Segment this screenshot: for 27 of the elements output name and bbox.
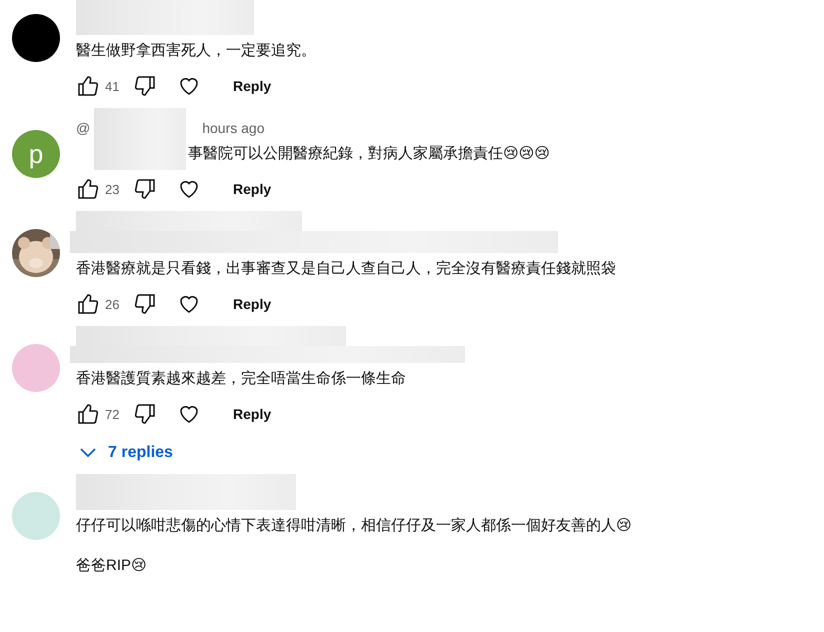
like-count: 26 [105, 296, 120, 312]
comment-text: 香港醫護質素越來越差，完全唔當生命係一條生命 [76, 369, 406, 389]
comment-text: 香港醫療就是只看錢，出事審查又是自己人查自己人，完全沒有醫療責任錢就照袋 [76, 259, 616, 279]
author-name[interactable]: @ [76, 120, 90, 136]
thumbs-up-icon[interactable] [76, 74, 100, 98]
thumbs-up-icon[interactable] [76, 292, 100, 316]
comment-text: 事醫院可以公開醫療紀錄，對病人家屬承擔責任😢😢😢 [188, 144, 550, 164]
reply-button[interactable]: Reply [229, 72, 276, 100]
thumbs-down-icon[interactable] [133, 402, 157, 426]
thumbs-down-icon[interactable] [133, 292, 157, 316]
reply-button[interactable]: Reply [229, 400, 276, 428]
reply-button[interactable]: Reply [229, 290, 276, 318]
comment-text: 醫生做野拿西害死人，一定要追究。 [76, 41, 316, 61]
chevron-down-icon [80, 448, 96, 458]
thumbs-down-icon[interactable] [133, 177, 157, 201]
like-count: 72 [105, 406, 120, 422]
like-count: 23 [105, 182, 120, 196]
reply-button[interactable]: Reply [229, 175, 276, 203]
comment-text: 爸爸RIP😢 [76, 556, 147, 576]
thumbs-up-icon[interactable] [76, 402, 100, 426]
like-count: 41 [105, 78, 120, 94]
avatar: p [12, 130, 60, 178]
replies-toggle[interactable]: 7 replies [80, 438, 173, 468]
comment-text: 仔仔可以喺咁悲傷的心情下表達得咁清晰，相信仔仔及一家人都係一個好友善的人😢 [76, 516, 632, 536]
comment-time: hours ago [202, 120, 264, 136]
thumbs-up-icon[interactable] [76, 177, 100, 201]
thumbs-down-icon[interactable] [133, 74, 157, 98]
